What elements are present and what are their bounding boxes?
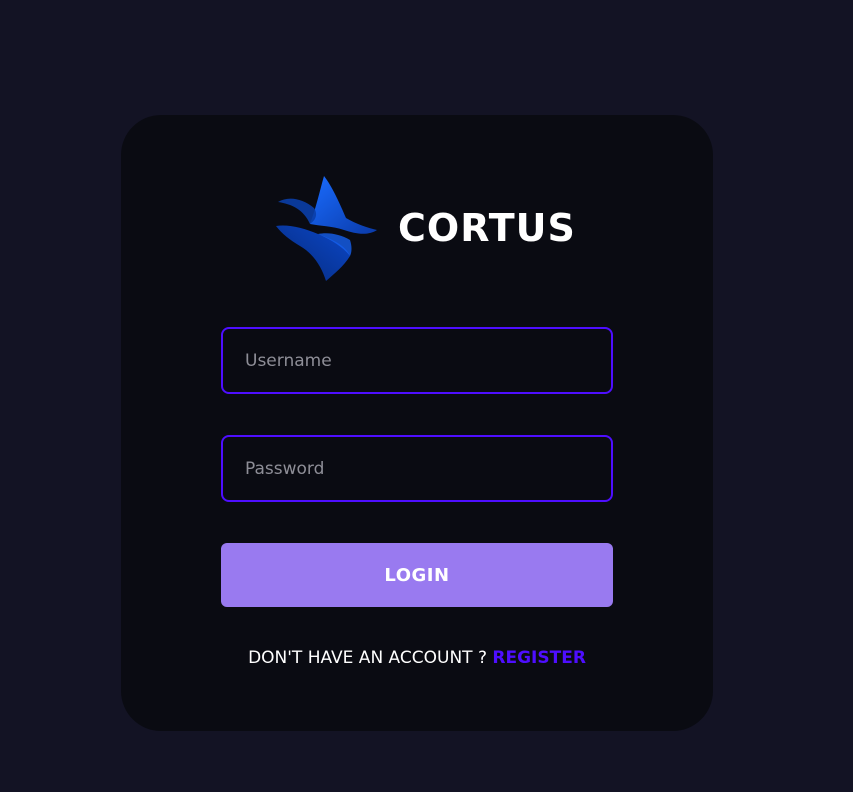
username-input[interactable] — [221, 327, 613, 394]
register-prompt: DON'T HAVE AN ACCOUNT ? REGISTER — [221, 644, 613, 672]
brand: CORTUS — [274, 174, 576, 284]
brand-name: CORTUS — [398, 206, 576, 250]
password-input[interactable] — [221, 435, 613, 502]
register-link[interactable]: REGISTER — [492, 648, 586, 668]
register-prompt-text: DON'T HAVE AN ACCOUNT ? — [248, 648, 487, 668]
cortus-logo-icon — [276, 176, 377, 281]
login-button[interactable]: LOGIN — [221, 543, 613, 607]
